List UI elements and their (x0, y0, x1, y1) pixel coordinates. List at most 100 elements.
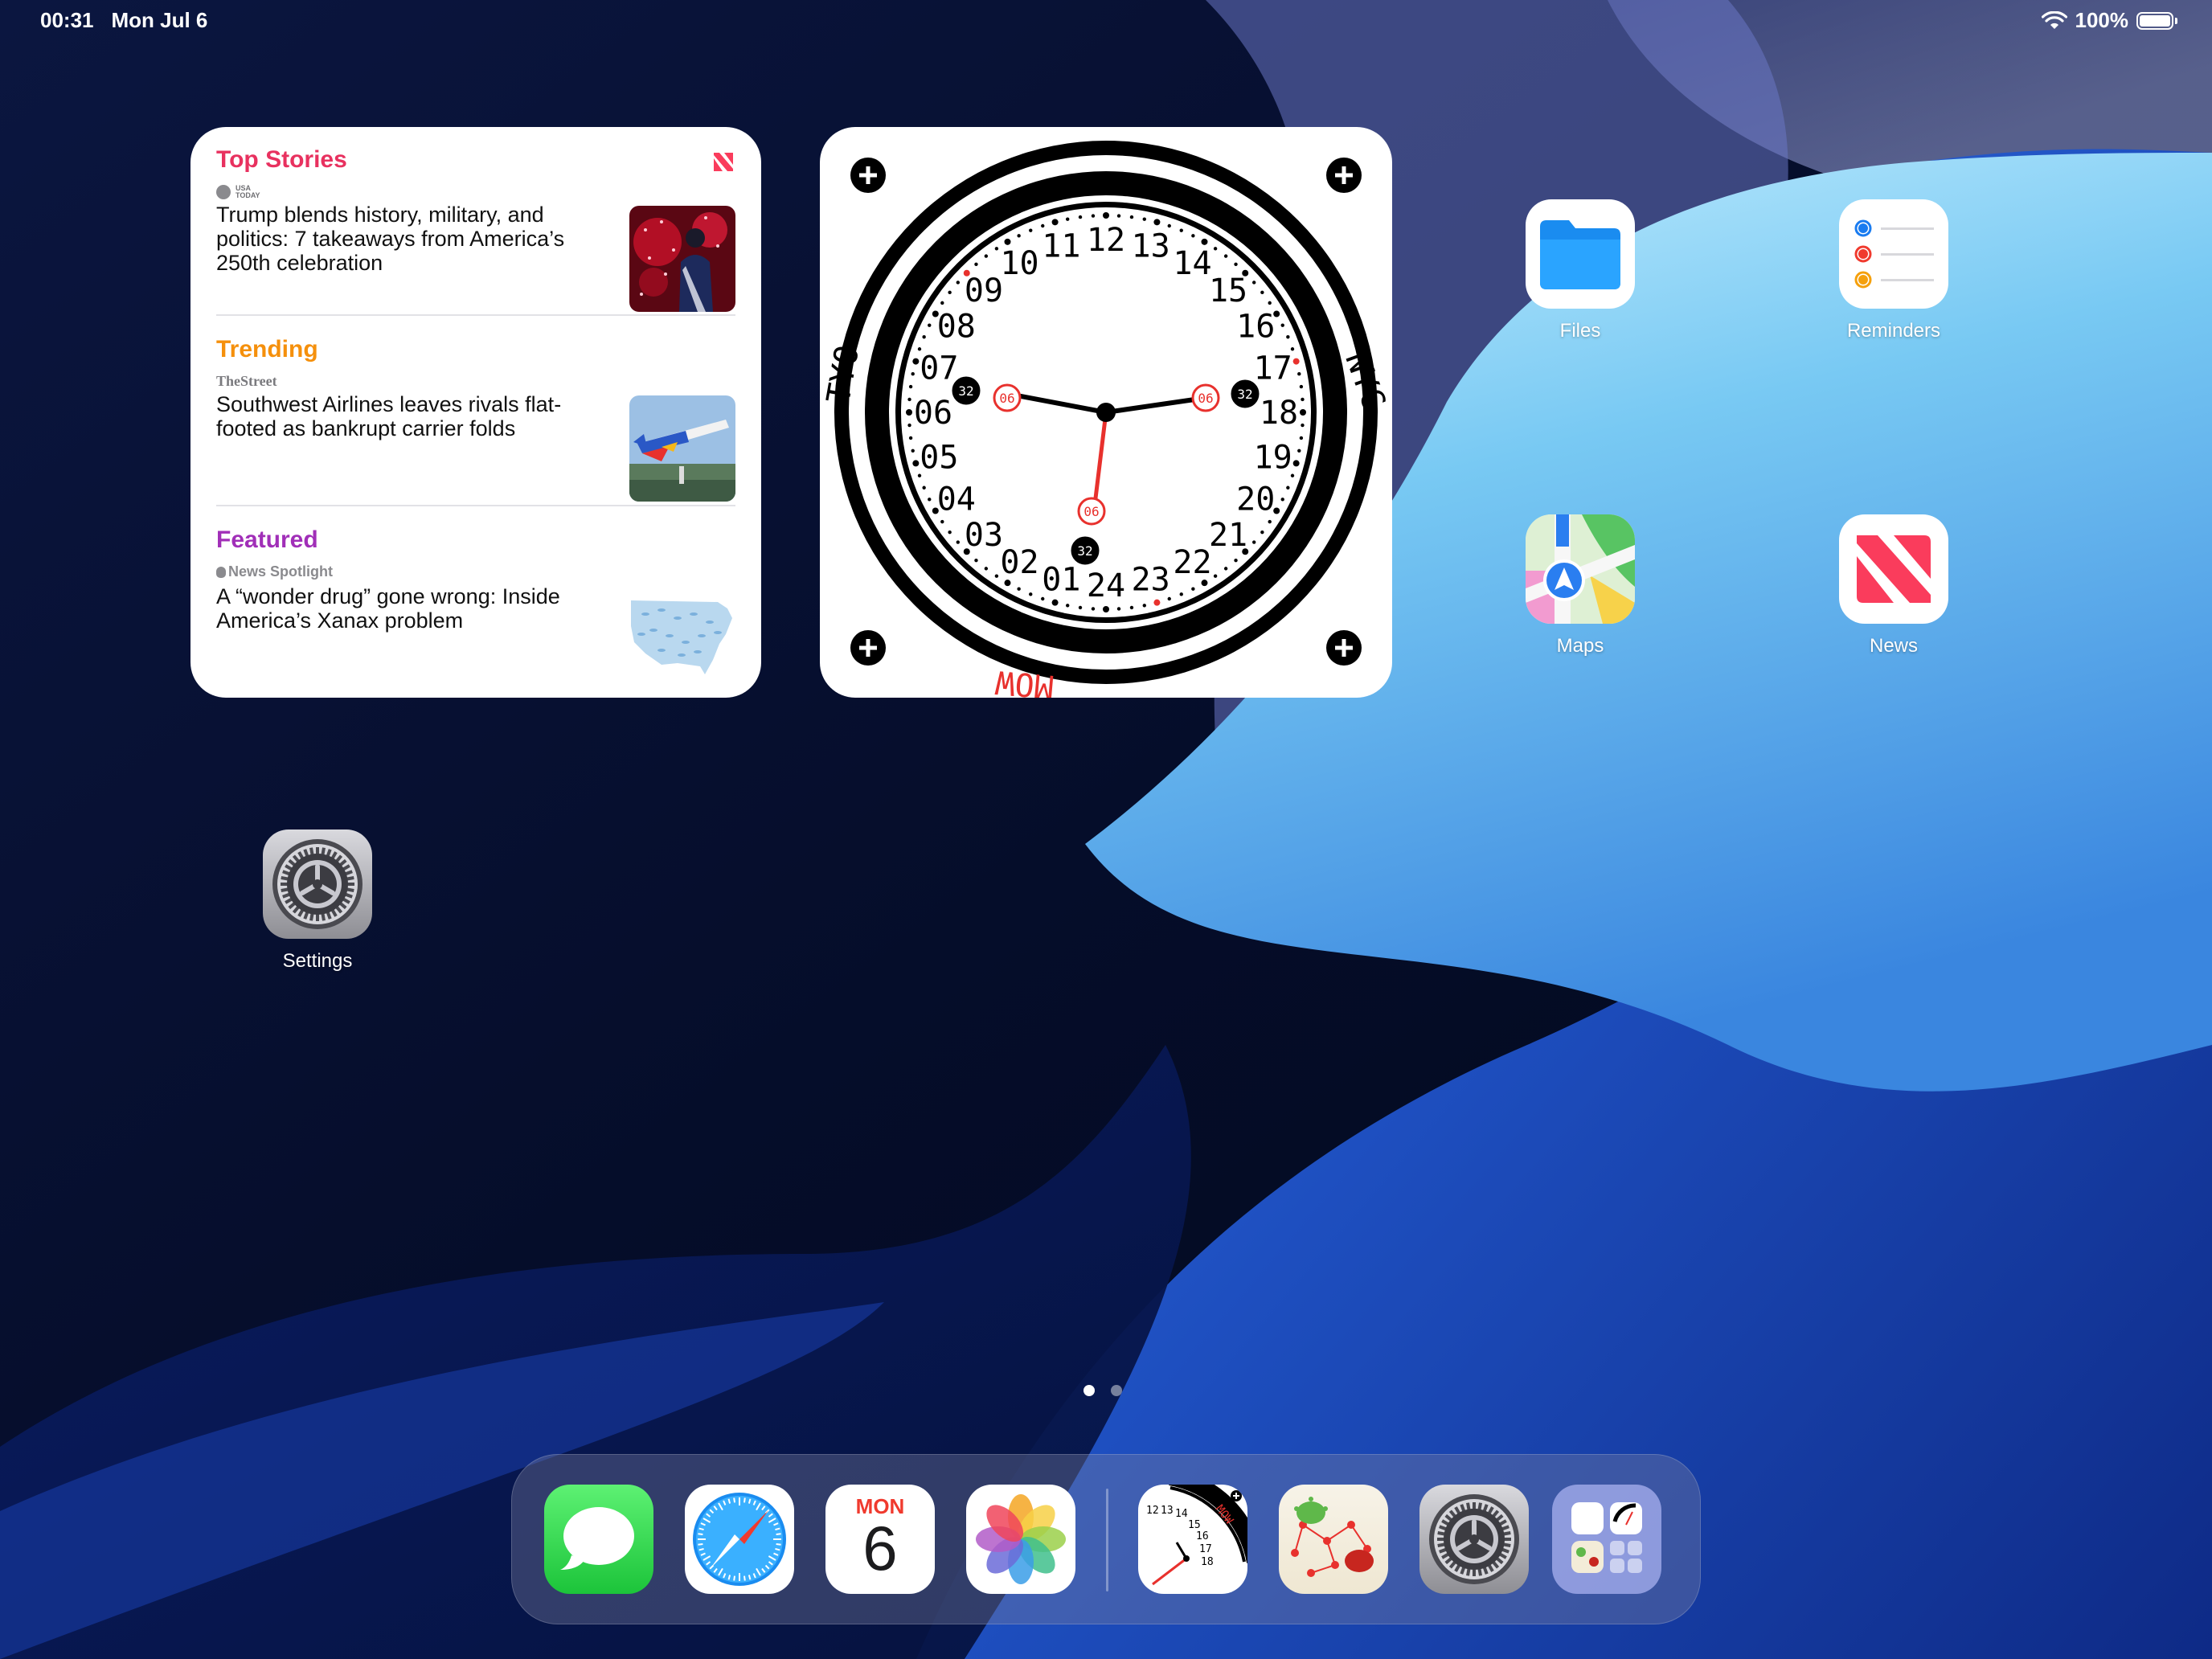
page-dot-2[interactable] (1111, 1385, 1122, 1396)
dock-safari-icon[interactable] (685, 1485, 794, 1594)
clock-hour-numeral: 20 (1236, 481, 1275, 518)
status-date: Mon Jul 6 (111, 8, 208, 32)
clock-hour-numeral: 10 (1000, 245, 1038, 282)
clock-hour-numeral: 09 (965, 272, 1003, 309)
dock-photos-icon[interactable] (966, 1485, 1075, 1594)
dock-calendar-icon[interactable]: MON 6 (825, 1485, 935, 1594)
story-source: TheStreet (216, 373, 277, 389)
dock-molecule-app-icon[interactable] (1279, 1485, 1388, 1594)
story-source-label: USA TODAY (236, 184, 260, 199)
svg-text:06: 06 (1083, 504, 1099, 519)
clock-hour-numeral: 11 (1042, 227, 1080, 264)
svg-text:32: 32 (1077, 543, 1092, 559)
app-reminders[interactable]: Reminders (1839, 199, 1948, 342)
status-bar-left: 00:31 Mon Jul 6 (40, 8, 207, 33)
story-headline: Southwest Airlines leaves rivals flat-fo… (216, 392, 562, 440)
clock-hour-numeral: 24 (1087, 567, 1125, 604)
status-time: 00:31 (40, 8, 94, 32)
calendar-day: 6 (862, 1513, 898, 1583)
clock-subdial-red: 06 (1077, 497, 1106, 526)
page-indicator[interactable] (1083, 1385, 1122, 1396)
dock-world-clock-app-icon[interactable]: 12 13 14 15 16 17 18 MOW (1138, 1485, 1247, 1594)
story-headline: Trump blends history, military, and poli… (216, 203, 565, 275)
clock-subdial-red: 06 (1191, 383, 1220, 412)
story-category: Top Stories (216, 146, 347, 173)
clock-hour-numeral: 19 (1254, 440, 1292, 477)
app-label: Maps (1556, 635, 1604, 657)
news-widget[interactable]: Top Stories USA TODAY Trump blends histo… (190, 127, 761, 698)
clock-hour-numeral: 03 (965, 517, 1003, 554)
svg-text:06: 06 (999, 391, 1014, 406)
clock-hour-numeral: 07 (920, 350, 958, 387)
clock-subdial-black: 32 (1231, 379, 1260, 408)
news-divider (216, 505, 735, 506)
wifi-icon (2041, 10, 2067, 29)
app-files[interactable]: Files (1526, 199, 1635, 342)
clock-hour-numeral: 04 (937, 481, 976, 518)
story-source: News Spotlight (216, 563, 333, 580)
clock-city-bottom: MOW (993, 663, 1055, 698)
reminders-icon (1839, 199, 1948, 309)
story-thumbnail (629, 395, 735, 502)
files-icon (1526, 199, 1635, 309)
clock-hour-numeral: 22 (1173, 544, 1211, 581)
clock-hour-numeral: 18 (1260, 395, 1298, 432)
clock-hour-numeral: 05 (920, 440, 958, 477)
news-story[interactable]: Featured News Spotlight A “wonder drug” … (216, 526, 735, 695)
dock-settings-icon[interactable] (1419, 1485, 1529, 1594)
clock-hour-numeral: 13 (1132, 227, 1170, 264)
mini-clock-numeral: 14 (1175, 1508, 1188, 1520)
clock-hour-numeral: 21 (1209, 517, 1247, 554)
mini-clock-numeral: 12 (1146, 1505, 1159, 1517)
mini-clock-numeral: 16 (1196, 1530, 1209, 1542)
dock-messages-icon[interactable] (544, 1485, 653, 1594)
clock-hour-numeral: 16 (1236, 309, 1275, 346)
news-story[interactable]: Top Stories USA TODAY Trump blends histo… (216, 146, 735, 315)
mini-clock-numeral: 18 (1201, 1556, 1214, 1568)
story-source: USA TODAY (216, 185, 268, 199)
dock: MON 6 12 13 14 15 16 17 18 MOW (511, 1454, 1701, 1624)
dock-divider (1106, 1489, 1108, 1591)
clock-hour-numeral: 12 (1087, 222, 1125, 259)
world-clock-widget[interactable]: 24 01 02 03 04 05 06 07 08 09 10 11 12 13 14 15 16 17 18 19… (820, 127, 1392, 698)
app-label: News (1869, 635, 1918, 657)
dock-app-library-icon[interactable] (1552, 1485, 1661, 1594)
clock-hour-numeral: 14 (1173, 245, 1211, 282)
app-news[interactable]: News (1839, 514, 1948, 657)
maps-icon (1526, 514, 1635, 624)
news-divider (216, 314, 735, 316)
mini-clock-numeral: 17 (1199, 1543, 1212, 1555)
svg-text:06: 06 (1198, 391, 1213, 406)
app-maps[interactable]: Maps (1526, 514, 1635, 657)
battery-percent: 100% (2075, 8, 2129, 32)
svg-text:32: 32 (958, 383, 973, 399)
app-label: Settings (282, 950, 353, 972)
story-category: Trending (216, 336, 318, 363)
story-category: Featured (216, 526, 318, 553)
page-dot-1[interactable] (1083, 1385, 1095, 1396)
clock-hour-numeral: 17 (1254, 350, 1292, 387)
clock-hour-numeral: 06 (914, 395, 952, 432)
settings-gear-icon (263, 830, 372, 939)
news-story[interactable]: Trending TheStreet Southwest Airlines le… (216, 336, 735, 505)
svg-text:32: 32 (1237, 387, 1252, 402)
news-icon (1839, 514, 1948, 624)
mini-clock-numeral: 15 (1188, 1519, 1201, 1531)
battery-icon (2136, 11, 2177, 30)
apple-logo-icon (216, 566, 226, 578)
clock-hour-numeral: 02 (1000, 544, 1038, 581)
mini-clock-numeral: 13 (1161, 1505, 1174, 1517)
clock-hour-numeral: 23 (1132, 562, 1170, 599)
app-label: Reminders (1846, 320, 1941, 342)
clock-hour-numeral: 01 (1042, 562, 1080, 599)
story-thumbnail (629, 586, 735, 692)
status-bar-right: 100% (2041, 8, 2177, 33)
clock-subdial-black: 32 (1071, 536, 1100, 565)
story-thumbnail (629, 206, 735, 312)
story-headline: A “wonder drug” gone wrong: Inside Ameri… (216, 584, 560, 633)
clock-hour-numeral: 08 (937, 309, 976, 346)
clock-hour-numeral: 15 (1209, 272, 1247, 309)
app-settings[interactable]: Settings (263, 830, 372, 973)
clock-subdial-red: 06 (993, 383, 1022, 412)
clock-subdial-black: 32 (952, 376, 981, 405)
